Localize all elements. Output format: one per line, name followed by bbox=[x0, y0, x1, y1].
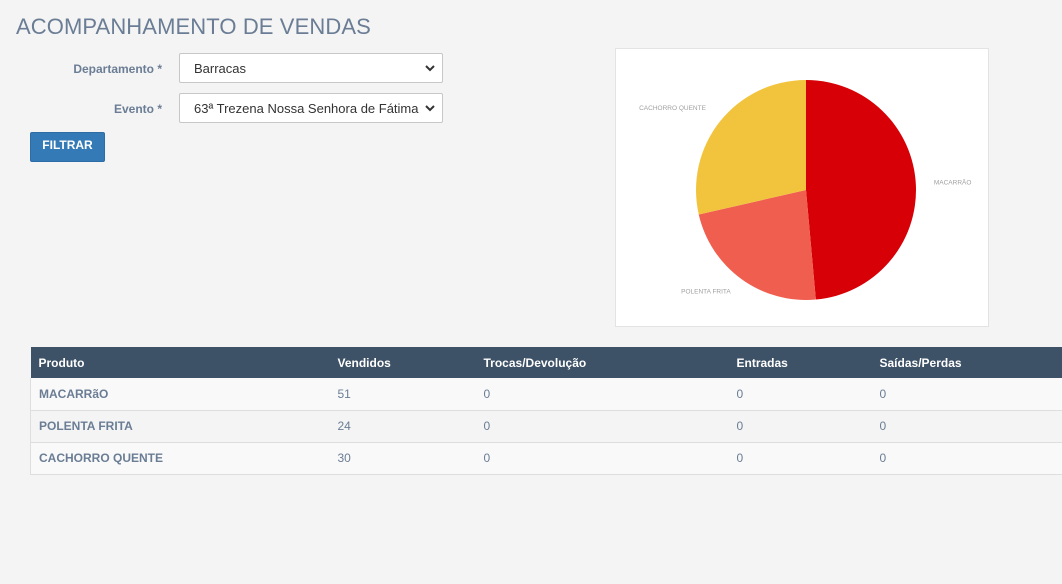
cell-entradas: 0 bbox=[728, 442, 872, 475]
table-row: MACARRãO 51 0 0 0 bbox=[30, 378, 1062, 411]
pie-label-macarrao: MACARRÃO bbox=[934, 177, 972, 186]
cell-saidas: 0 bbox=[871, 378, 1062, 411]
cell-produto: MACARRãO bbox=[30, 378, 330, 411]
filtrar-button[interactable]: FILTRAR bbox=[30, 132, 105, 162]
cell-produto: CACHORRO QUENTE bbox=[30, 442, 330, 475]
table-row: CACHORRO QUENTE 30 0 0 0 bbox=[30, 442, 1062, 475]
pie-label-polenta-frita: POLENTA FRITA bbox=[681, 289, 731, 296]
cell-trocas: 0 bbox=[475, 410, 729, 443]
cell-entradas: 0 bbox=[728, 378, 872, 411]
pie-slice-macarrao bbox=[806, 80, 916, 300]
page-title: ACOMPANHAMENTO DE VENDAS bbox=[16, 14, 371, 39]
chevron-down-icon bbox=[425, 105, 435, 112]
evento-select-value: 63ª Trezena Nossa Senhora de Fátima bbox=[194, 100, 419, 116]
sales-pie-chart: MACARRÃO POLENTA FRITA CACHORRO QUENTE bbox=[615, 48, 989, 327]
pie-label-cachorro-quente: CACHORRO QUENTE bbox=[639, 105, 706, 112]
evento-select[interactable]: 63ª Trezena Nossa Senhora de Fátima bbox=[179, 93, 443, 123]
sales-table: Produto Vendidos Trocas/Devolução Entrad… bbox=[30, 347, 1062, 475]
cell-vendidos: 30 bbox=[329, 442, 476, 475]
column-header-vendidos[interactable]: Vendidos bbox=[329, 347, 476, 378]
cell-trocas: 0 bbox=[475, 442, 729, 475]
cell-saidas: 0 bbox=[871, 442, 1062, 475]
pie-chart-svg: MACARRÃO POLENTA FRITA CACHORRO QUENTE bbox=[639, 80, 972, 300]
table-header-row: Produto Vendidos Trocas/Devolução Entrad… bbox=[30, 347, 1062, 378]
column-header-trocas[interactable]: Trocas/Devolução bbox=[475, 347, 729, 378]
cell-entradas: 0 bbox=[728, 410, 872, 443]
cell-produto: POLENTA FRITA bbox=[30, 410, 330, 443]
departamento-select-value: Barracas bbox=[194, 60, 247, 76]
departamento-select[interactable]: Barracas bbox=[179, 53, 443, 83]
cell-trocas: 0 bbox=[475, 378, 729, 411]
departamento-label: Departamento * bbox=[73, 62, 162, 76]
column-header-saidas[interactable]: Saídas/Perdas bbox=[871, 347, 1062, 378]
table-row: POLENTA FRITA 24 0 0 0 bbox=[30, 410, 1062, 443]
evento-label: Evento * bbox=[113, 102, 162, 116]
cell-vendidos: 24 bbox=[329, 410, 476, 443]
chevron-down-icon bbox=[425, 65, 435, 72]
cell-saidas: 0 bbox=[871, 410, 1062, 443]
column-header-entradas[interactable]: Entradas bbox=[728, 347, 872, 378]
cell-vendidos: 51 bbox=[329, 378, 476, 411]
column-header-produto[interactable]: Produto bbox=[30, 347, 330, 378]
